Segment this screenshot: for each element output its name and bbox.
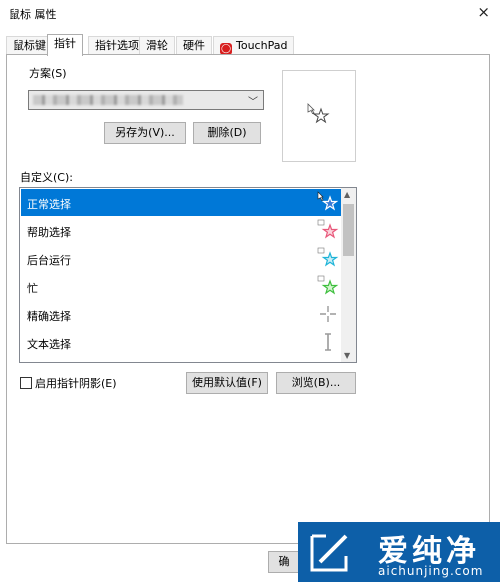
list-scrollbar[interactable]: ▲ ▼ [341, 188, 356, 362]
list-item[interactable]: 精确选择 [21, 301, 341, 328]
title-bar: 鼠标 属性 × [0, 0, 500, 26]
list-item[interactable]: 帮助选择 [21, 217, 341, 244]
list-item[interactable]: 后台运行 [21, 245, 341, 272]
scheme-combobox[interactable]: ﹀ [28, 90, 264, 110]
arrow-star-cursor-icon [317, 191, 339, 211]
brand-url: aichunjing.com [378, 564, 484, 578]
checkbox-box[interactable] [20, 377, 32, 389]
scroll-thumb[interactable] [343, 204, 354, 256]
pointer-shadow-label: 启用指针阴影(E) [35, 377, 117, 390]
delete-button[interactable]: 删除(D) [193, 122, 261, 144]
tab-pointer-options[interactable]: 指针选项 [88, 36, 146, 55]
tab-touchpad[interactable]: ◯ TouchPad [213, 36, 295, 55]
use-default-button[interactable]: 使用默认值(F) [186, 372, 268, 394]
cursor-preview [282, 70, 356, 162]
watermark: 爱纯净 aichunjing.com [298, 522, 500, 582]
tab-buttons[interactable]: 鼠标键 [6, 36, 53, 55]
tab-strip: 鼠标键 指针 指针选项 滑轮 硬件 ◯ TouchPad [6, 34, 486, 56]
crosshair-cursor-icon [320, 306, 336, 322]
blurred-scheme-value [33, 95, 183, 105]
list-item[interactable]: 文本选择 [21, 329, 341, 356]
brand-logo-icon [310, 534, 348, 572]
customize-label: 自定义(C): [20, 171, 73, 184]
list-item[interactable]: 正常选择 [21, 189, 341, 216]
browse-button[interactable]: 浏览(B)... [276, 372, 356, 394]
tab-hardware[interactable]: 硬件 [176, 36, 212, 55]
save-as-button[interactable]: 另存为(V)... [104, 122, 186, 144]
pointer-shadow-checkbox[interactable]: 启用指针阴影(E) [20, 375, 117, 391]
busy-star-cursor-icon [317, 275, 339, 295]
window-title: 鼠标 属性 [9, 8, 57, 21]
tab-pointers[interactable]: 指针 [47, 34, 83, 56]
scroll-up-icon[interactable]: ▲ [344, 190, 350, 199]
help-star-cursor-icon [317, 219, 339, 239]
close-icon[interactable]: × [477, 3, 490, 21]
preview-star-cursor-icon [307, 103, 330, 124]
list-item[interactable]: 忙 [21, 273, 341, 300]
working-star-cursor-icon [317, 247, 339, 267]
chevron-down-icon[interactable]: ﹀ [248, 93, 258, 108]
ok-button[interactable]: 确 [268, 551, 300, 573]
cursor-list[interactable]: 正常选择 帮助选择 后台运行 忙 精确选择 文本选择 ▲ ▼ [19, 187, 357, 363]
tab-wheel[interactable]: 滑轮 [139, 36, 175, 55]
scroll-down-icon[interactable]: ▼ [344, 351, 350, 360]
text-beam-cursor-icon [325, 333, 331, 351]
scheme-legend: 方案(S) [25, 65, 71, 81]
